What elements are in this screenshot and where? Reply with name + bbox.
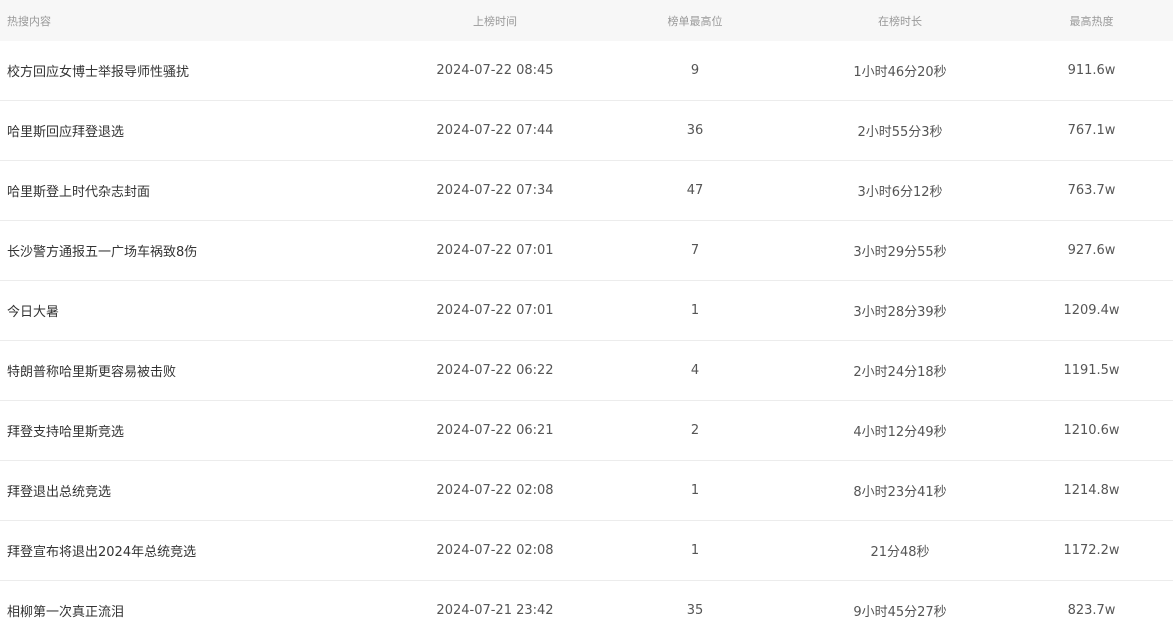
peak-heat-cell: 911.6w: [1067, 63, 1116, 78]
topic-cell[interactable]: 校方回应女博士举报导师性骚扰: [0, 61, 390, 80]
time-cell: 2024-07-22 02:08: [436, 543, 554, 558]
peak-heat-cell: 1209.4w: [1063, 303, 1120, 318]
time-cell: 2024-07-22 07:01: [436, 303, 554, 318]
best-rank-cell: 7: [690, 243, 700, 258]
peak-heat-cell: 1191.5w: [1063, 363, 1120, 378]
best-rank-cell: 2: [690, 423, 700, 438]
topic-cell[interactable]: 今日大暑: [0, 301, 390, 320]
time-cell: 2024-07-22 06:22: [436, 363, 554, 378]
peak-heat-cell: 767.1w: [1067, 123, 1116, 138]
peak-heat-cell: 1210.6w: [1063, 423, 1120, 438]
best-rank-cell: 36: [686, 123, 704, 138]
table-row[interactable]: 今日大暑 2024-07-22 07:01 1 3小时28分39秒 1209.4…: [0, 280, 1173, 340]
topic-cell[interactable]: 特朗普称哈里斯更容易被击败: [0, 361, 390, 380]
table-body: 校方回应女博士举报导师性骚扰 2024-07-22 08:45 9 1小时46分…: [0, 41, 1173, 640]
time-cell: 2024-07-22 06:21: [436, 423, 554, 438]
table-row[interactable]: 拜登宣布将退出2024年总统竞选 2024-07-22 02:08 1 21分4…: [0, 520, 1173, 580]
time-cell: 2024-07-22 07:34: [436, 183, 554, 198]
header-duration: 在榜时长: [878, 14, 922, 28]
table-row[interactable]: 长沙警方通报五一广场车祸致8伤 2024-07-22 07:01 7 3小时29…: [0, 220, 1173, 280]
table-header: 热搜内容 上榜时间 榜单最高位 在榜时长 最高热度: [0, 0, 1173, 41]
header-best-rank: 榜单最高位: [667, 14, 723, 28]
table-row[interactable]: 相柳第一次真正流泪 2024-07-21 23:42 35 9小时45分27秒 …: [0, 580, 1173, 640]
table-row[interactable]: 拜登退出总统竞选 2024-07-22 02:08 1 8小时23分41秒 12…: [0, 460, 1173, 520]
peak-heat-cell: 1214.8w: [1063, 483, 1120, 498]
duration-cell: 3小时29分55秒: [853, 245, 947, 260]
time-cell: 2024-07-22 02:08: [436, 483, 554, 498]
time-cell: 2024-07-22 08:45: [436, 63, 554, 78]
header-peak-heat: 最高热度: [1069, 14, 1114, 28]
duration-cell: 4小时12分49秒: [853, 425, 947, 440]
peak-heat-cell: 1172.2w: [1063, 543, 1120, 558]
hot-search-table: 热搜内容 上榜时间 榜单最高位 在榜时长 最高热度 校方回应女博士举报导师性骚扰…: [0, 0, 1173, 640]
header-topic: 热搜内容: [7, 14, 51, 28]
best-rank-cell: 35: [686, 603, 704, 618]
duration-cell: 21分48秒: [870, 545, 930, 560]
duration-cell: 8小时23分41秒: [853, 485, 947, 500]
best-rank-cell: 9: [690, 63, 700, 78]
topic-cell[interactable]: 拜登支持哈里斯竞选: [0, 421, 390, 440]
best-rank-cell: 1: [690, 303, 700, 318]
duration-cell: 2小时24分18秒: [853, 365, 947, 380]
table-row[interactable]: 特朗普称哈里斯更容易被击败 2024-07-22 06:22 4 2小时24分1…: [0, 340, 1173, 400]
time-cell: 2024-07-21 23:42: [436, 603, 554, 618]
topic-cell[interactable]: 拜登退出总统竞选: [0, 481, 390, 500]
duration-cell: 2小时55分3秒: [857, 125, 943, 140]
table-row[interactable]: 拜登支持哈里斯竞选 2024-07-22 06:21 2 4小时12分49秒 1…: [0, 400, 1173, 460]
best-rank-cell: 1: [690, 543, 700, 558]
best-rank-cell: 4: [690, 363, 700, 378]
table-row[interactable]: 哈里斯回应拜登退选 2024-07-22 07:44 36 2小时55分3秒 7…: [0, 100, 1173, 160]
peak-heat-cell: 927.6w: [1067, 243, 1116, 258]
topic-cell[interactable]: 相柳第一次真正流泪: [0, 601, 390, 620]
peak-heat-cell: 763.7w: [1067, 183, 1116, 198]
table-row[interactable]: 哈里斯登上时代杂志封面 2024-07-22 07:34 47 3小时6分12秒…: [0, 160, 1173, 220]
header-time: 上榜时间: [473, 14, 517, 28]
topic-cell[interactable]: 哈里斯登上时代杂志封面: [0, 181, 390, 200]
duration-cell: 3小时6分12秒: [857, 185, 943, 200]
time-cell: 2024-07-22 07:01: [436, 243, 554, 258]
duration-cell: 1小时46分20秒: [853, 65, 947, 80]
duration-cell: 3小时28分39秒: [853, 305, 947, 320]
topic-cell[interactable]: 哈里斯回应拜登退选: [0, 121, 390, 140]
best-rank-cell: 1: [690, 483, 700, 498]
topic-cell[interactable]: 拜登宣布将退出2024年总统竞选: [0, 541, 390, 560]
time-cell: 2024-07-22 07:44: [436, 123, 554, 138]
duration-cell: 9小时45分27秒: [853, 605, 947, 620]
best-rank-cell: 47: [686, 183, 704, 198]
peak-heat-cell: 823.7w: [1067, 603, 1116, 618]
topic-cell[interactable]: 长沙警方通报五一广场车祸致8伤: [0, 241, 390, 260]
table-row[interactable]: 校方回应女博士举报导师性骚扰 2024-07-22 08:45 9 1小时46分…: [0, 41, 1173, 100]
